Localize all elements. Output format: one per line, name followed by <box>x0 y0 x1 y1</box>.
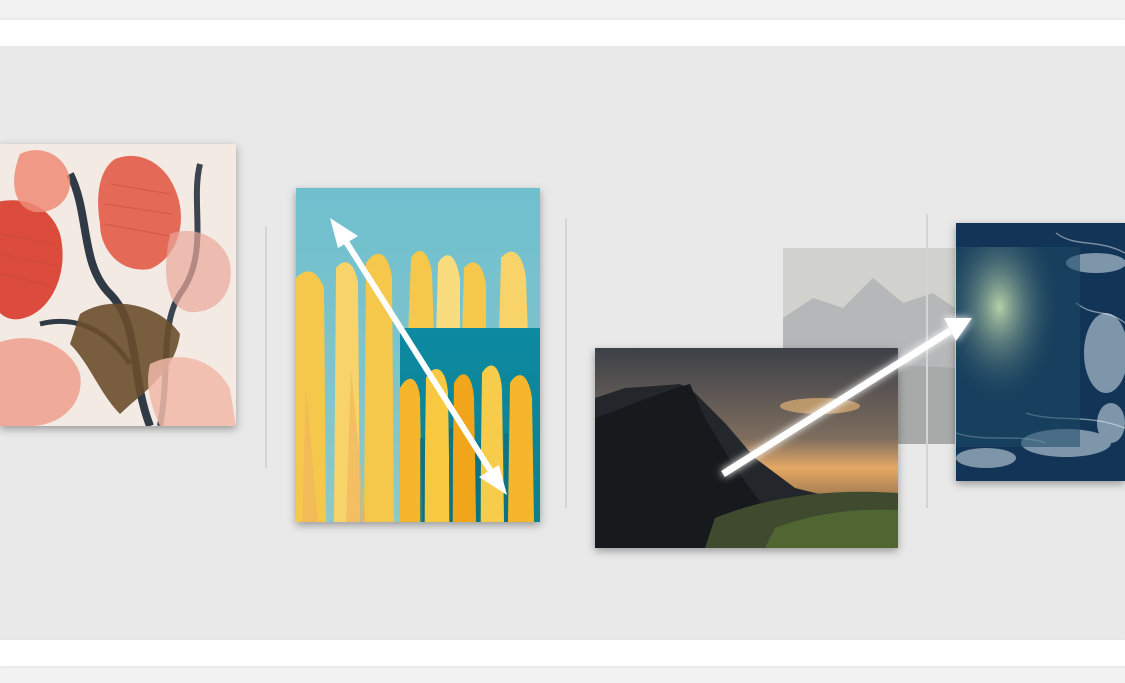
top-band <box>0 20 1125 46</box>
ocean-waves-photo <box>956 223 1125 481</box>
divider-1 <box>265 226 267 468</box>
mountain-sunset-photo <box>595 348 898 548</box>
floral-engraving-image <box>0 144 236 426</box>
bottom-band <box>0 640 1125 666</box>
page <box>0 0 1125 683</box>
illustration-stage <box>0 46 1125 640</box>
divider-2 <box>565 218 567 508</box>
yellow-teal-drip-painting <box>296 188 540 522</box>
divider-3 <box>926 214 928 508</box>
